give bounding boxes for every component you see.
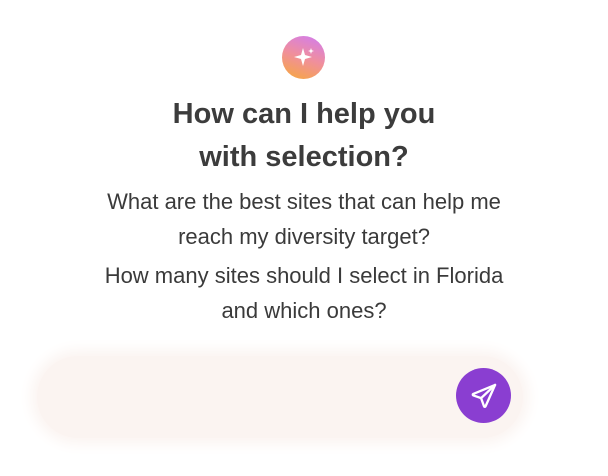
message-input[interactable] (61, 356, 455, 440)
suggestion-line: and which ones? (221, 298, 387, 323)
page-title-line-2: with selection? (199, 141, 409, 173)
suggestion-prompt-florida[interactable]: How many sites should I select in Florid… (0, 258, 608, 328)
suggestion-line: How many sites should I select in Florid… (104, 263, 504, 288)
page-title: How can I help you with selection? (0, 93, 608, 179)
suggestion-line: reach my diversity target? (178, 224, 430, 249)
suggestion-prompt-diversity[interactable]: What are the best sites that can help me… (0, 184, 608, 254)
page-title-line-1: How can I help you (172, 98, 436, 130)
send-button[interactable] (456, 368, 511, 423)
suggestion-line: What are the best sites that can help me (107, 189, 501, 214)
sparkle-icon (293, 47, 314, 66)
message-input-container (37, 356, 523, 440)
paper-plane-icon (471, 383, 496, 408)
assistant-logo (282, 36, 325, 79)
chat-welcome-panel: How can I help you with selection? What … (0, 0, 608, 476)
